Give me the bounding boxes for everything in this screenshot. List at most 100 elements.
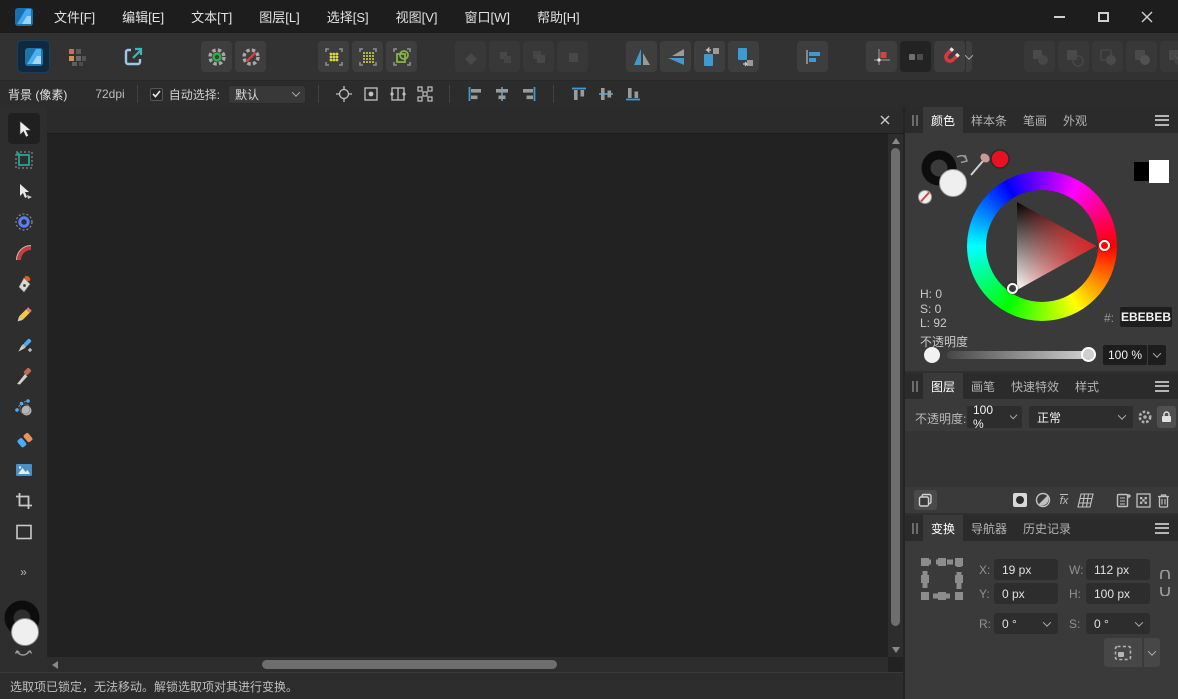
autoselect-checkbox[interactable] [150,88,163,101]
tool-crop[interactable] [8,485,40,516]
align-right-button[interactable] [516,84,541,105]
menu-text[interactable]: 文本[T] [191,7,232,26]
anchor-point-selector[interactable] [919,556,965,602]
lock-layer-button[interactable] [1157,406,1176,428]
preferences-button[interactable] [235,41,266,72]
autoselect-dropdown[interactable]: 默认 [228,85,306,104]
cycle-selection-box-button[interactable] [331,84,356,105]
tab-stroke[interactable]: 笔画 [1015,107,1055,133]
designer-persona-button[interactable] [18,41,49,72]
menu-window[interactable]: 窗口[W] [465,7,511,26]
align-left-button[interactable] [462,84,487,105]
opacity-min-dot[interactable] [924,347,940,363]
align-top-button[interactable] [566,84,591,105]
select-sampled-pixels-button[interactable] [352,41,383,72]
menu-help[interactable]: 帮助[H] [537,7,580,26]
scroll-down-arrow[interactable] [892,647,900,653]
greyscale-swatch[interactable] [1134,162,1167,181]
opacity-slider-handle[interactable] [1081,347,1096,362]
snapping-button[interactable] [934,41,965,72]
tool-point-transform[interactable] [8,206,40,237]
layers-list-empty[interactable] [905,431,1178,487]
tool-place-image[interactable] [8,454,40,485]
tool-pencil[interactable] [8,299,40,330]
menu-file[interactable]: 文件[F] [54,7,95,26]
tab-quick-fx[interactable]: 快速特效 [1003,373,1067,399]
panel-menu-icon[interactable] [1155,115,1169,126]
live-filter-button[interactable] [1075,491,1095,509]
tool-artboard[interactable] [8,144,40,175]
flip-vertical-button[interactable] [660,41,691,72]
x-input[interactable]: 19 px [994,559,1058,580]
sl-marker[interactable] [1007,283,1018,294]
align-bottom-button[interactable] [620,84,645,105]
tool-knife[interactable] [8,361,40,392]
link-dimensions-icon[interactable] [1159,570,1171,596]
maximize-button[interactable] [1088,6,1118,28]
align-middle-button[interactable] [593,84,618,105]
white-swatch[interactable] [1151,162,1168,181]
minimize-button[interactable] [1044,6,1074,28]
vertical-scrollbar[interactable] [888,134,903,657]
select-object-button[interactable] [386,41,417,72]
w-input[interactable]: 112 px [1086,559,1150,580]
hue-wheel[interactable] [967,171,1117,321]
pixel-alignment-toggle[interactable] [900,41,931,72]
tools-overflow-chevron[interactable]: » [20,565,27,579]
h-input[interactable]: 100 px [1086,583,1150,604]
flip-horizontal-button[interactable] [626,41,657,72]
transform-origin-button[interactable] [385,84,410,105]
tab-color[interactable]: 颜色 [923,107,963,133]
adjustment-layer-button[interactable] [1034,491,1052,509]
tab-styles[interactable]: 样式 [1067,373,1107,399]
tool-node[interactable] [8,175,40,206]
pixel-persona-button[interactable] [61,41,92,72]
tab-swatches[interactable]: 样本条 [963,107,1015,133]
panel-grip[interactable] [905,107,923,133]
horizontal-scroll-thumb[interactable] [262,660,557,669]
layer-effects-button[interactable]: fx [1054,491,1074,509]
panel-menu-icon[interactable] [1155,381,1169,392]
close-button[interactable] [1132,6,1162,28]
tab-history[interactable]: 历史记录 [1015,515,1079,541]
show-alignment-handles-button[interactable] [412,84,437,105]
tab-appearance[interactable]: 外观 [1055,107,1095,133]
tool-vector-brush[interactable] [8,330,40,361]
horizontal-scrollbar[interactable] [47,657,888,672]
mask-layer-button[interactable] [1011,491,1029,509]
hex-value-field[interactable]: EBEBEB [1120,307,1172,327]
panel-menu-icon[interactable] [1155,523,1169,534]
opacity-chevron-button[interactable] [1148,345,1166,365]
document-settings-button[interactable] [201,41,232,72]
scroll-up-arrow[interactable] [892,138,900,144]
opacity-slider-track[interactable] [947,351,1087,359]
rotate-ccw-button[interactable] [694,41,725,72]
snapping-options-chevron[interactable] [966,41,972,72]
add-layer-button[interactable] [1114,491,1132,509]
transform-mode-chevron[interactable] [1143,638,1160,667]
blend-mode-dropdown[interactable]: 正常 [1029,406,1133,428]
align-center-button[interactable] [489,84,514,105]
rotation-dropdown[interactable]: 0 ° [994,613,1058,634]
tool-pen[interactable] [8,268,40,299]
menu-select[interactable]: 选择[S] [327,7,369,26]
tab-layers[interactable]: 图层 [923,373,963,399]
tab-brushes[interactable]: 画笔 [963,373,1003,399]
edit-selection-box-button[interactable] [358,84,383,105]
tool-transparency[interactable] [8,423,40,454]
insert-behavior-button[interactable] [797,41,828,72]
vertical-scroll-thumb[interactable] [891,148,900,626]
edit-all-layers-button[interactable] [914,490,937,510]
add-pixel-layer-button[interactable] [1134,491,1152,509]
scroll-left-arrow[interactable] [52,661,58,669]
delete-layer-button[interactable] [1154,491,1172,509]
select-all-pixels-button[interactable] [318,41,349,72]
tool-fill-mesh[interactable] [8,392,40,423]
export-persona-button[interactable] [118,41,149,72]
rotate-cw-button[interactable] [728,41,759,72]
tab-transform[interactable]: 变换 [923,515,963,541]
tool-move[interactable] [8,113,40,144]
black-swatch[interactable] [1134,162,1151,181]
fill-stroke-wells[interactable] [0,600,47,664]
panel-grip[interactable] [905,515,923,541]
